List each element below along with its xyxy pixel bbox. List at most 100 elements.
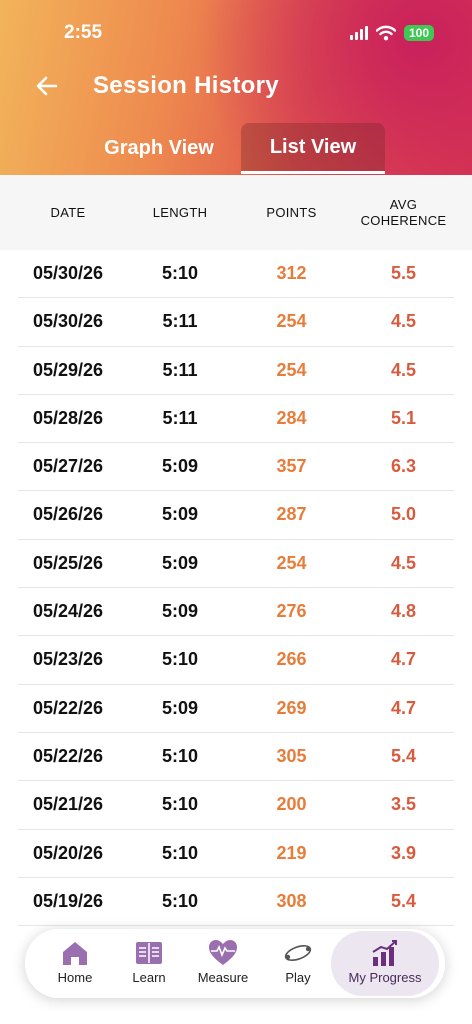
cell-coherence: 4.5	[390, 552, 417, 573]
cell-length: 5:09	[161, 697, 199, 718]
table-row[interactable]: 05/21/26 5:10 200 3.5	[18, 781, 454, 830]
table-row[interactable]: 05/30/26 5:11 254 4.5	[18, 298, 454, 347]
cell-coherence: 4.7	[390, 697, 417, 718]
cell-coherence: 4.8	[390, 601, 417, 622]
cell-length: 5:10	[161, 263, 199, 283]
cell-date: 05/29/26	[32, 359, 104, 380]
heart-wave-icon	[209, 940, 237, 965]
cell-points: 219	[276, 842, 307, 863]
cell-date: 05/23/26	[32, 649, 104, 670]
cell-date: 05/28/26	[32, 407, 104, 428]
cell-length: 5:09	[161, 552, 199, 573]
table-row[interactable]: 05/30/26 5:10 312 5.5	[18, 250, 454, 299]
column-header-avg-coherence-label: AVG COHERENCE	[360, 196, 447, 228]
cell-coherence: 5.4	[390, 745, 417, 766]
nav-home-label: Home	[57, 970, 93, 985]
cell-length: 5:09	[161, 504, 199, 525]
nav-measure-label: Measure	[197, 970, 249, 985]
column-header-length: LENGTH	[152, 205, 208, 220]
page-title: Session History	[93, 72, 279, 99]
table-row[interactable]: 05/27/26 5:09 357 6.3	[18, 443, 454, 492]
cell-length: 5:09	[161, 456, 199, 477]
cell-points: 357	[276, 456, 307, 477]
tab-graph-view[interactable]: Graph View	[86, 123, 232, 173]
cell-points: 312	[276, 263, 307, 283]
cell-points: 266	[276, 649, 307, 670]
header: 2:55 100 Session History Graph View List…	[0, 0, 472, 175]
nav-play-label: Play	[285, 970, 311, 985]
cell-date: 05/19/26	[32, 890, 104, 911]
table-row[interactable]: 05/19/26 5:10 308 5.4	[18, 878, 454, 927]
table-row[interactable]: 05/28/26 5:11 284 5.1	[18, 395, 454, 444]
cell-date: 05/27/26	[32, 456, 104, 477]
cell-date: 05/25/26	[32, 552, 104, 573]
bottom-edge	[0, 1012, 472, 1024]
status-icons: 100	[349, 25, 434, 41]
tab-list-view[interactable]: List View	[241, 123, 385, 174]
cell-points: 284	[276, 407, 307, 428]
cell-length: 5:11	[162, 311, 198, 332]
table-row[interactable]: 05/29/26 5:11 254 4.5	[18, 347, 454, 395]
table-row[interactable]: 05/22/26 5:10 305 5.4	[18, 733, 454, 782]
cell-points: 287	[276, 504, 307, 525]
table-row[interactable]: 05/20/26 5:10 219 3.9	[18, 830, 454, 878]
bar-chart-icon	[372, 940, 397, 966]
cell-date: 05/22/26	[32, 745, 104, 766]
nav-learn[interactable]: Learn	[125, 935, 173, 992]
cell-date: 05/26/26	[32, 504, 104, 525]
cell-coherence: 3.9	[390, 842, 417, 863]
battery-badge: 100	[403, 25, 434, 41]
table-row[interactable]: 05/25/26 5:09 254 4.5	[18, 540, 454, 589]
wifi-icon	[375, 25, 396, 41]
cell-points: 200	[276, 794, 307, 815]
cell-date: 05/24/26	[32, 601, 104, 622]
cell-length: 5:10	[161, 649, 199, 670]
cell-coherence: 4.7	[390, 649, 417, 670]
table-row[interactable]: 05/22/26 5:09 269 4.7	[18, 685, 454, 733]
arrow-left-icon	[36, 76, 58, 96]
book-icon	[136, 942, 162, 964]
cell-points: 269	[276, 697, 307, 718]
cell-coherence: 4.5	[390, 311, 417, 332]
column-header-date: DATE	[50, 205, 86, 220]
cell-length: 5:10	[161, 842, 199, 863]
column-header-avg-coherence: AVG COHERENCE	[350, 175, 457, 250]
table-header: DATE LENGTH POINTS AVG COHERENCE	[0, 175, 472, 250]
cell-length: 5:10	[161, 745, 199, 766]
table-row[interactable]: 05/26/26 5:09 287 5.0	[18, 491, 454, 540]
signal-icon	[349, 26, 368, 40]
nav-play[interactable]: Play	[269, 935, 327, 992]
orbit-icon	[284, 945, 312, 961]
cell-points: 305	[276, 745, 307, 766]
cell-length: 5:11	[162, 407, 198, 428]
cell-date: 05/22/26	[32, 697, 104, 718]
session-list: 05/30/26 5:10 312 5.5 05/30/26 5:11 254 …	[0, 250, 472, 927]
column-header-points: POINTS	[266, 205, 317, 220]
nav-my-progress[interactable]: My Progress	[331, 931, 439, 996]
cell-length: 5:09	[161, 601, 199, 622]
cell-points: 276	[276, 601, 307, 622]
home-icon	[63, 942, 87, 965]
table-row[interactable]: 05/24/26 5:09 276 4.8	[18, 588, 454, 637]
table-row[interactable]: 05/23/26 5:10 266 4.7	[18, 636, 454, 685]
nav-home[interactable]: Home	[47, 935, 103, 992]
cell-points: 254	[276, 359, 307, 380]
nav-my-progress-label: My Progress	[348, 970, 422, 985]
cell-length: 5:10	[161, 890, 199, 911]
cell-coherence: 6.3	[390, 456, 417, 477]
status-time: 2:55	[64, 22, 103, 43]
cell-coherence: 5.0	[390, 504, 417, 525]
cell-points: 254	[276, 552, 307, 573]
cell-coherence: 5.4	[390, 890, 417, 911]
nav-measure[interactable]: Measure	[193, 935, 253, 992]
cell-coherence: 5.1	[390, 407, 417, 428]
nav-learn-label: Learn	[132, 970, 166, 985]
cell-points: 254	[276, 311, 307, 332]
cell-length: 5:11	[162, 359, 198, 380]
cell-points: 308	[276, 890, 307, 911]
cell-date: 05/30/26	[32, 263, 104, 283]
cell-coherence: 5.5	[390, 263, 417, 283]
back-button[interactable]	[36, 74, 58, 100]
cell-date: 05/20/26	[32, 842, 104, 863]
cell-date: 05/21/26	[32, 794, 104, 815]
